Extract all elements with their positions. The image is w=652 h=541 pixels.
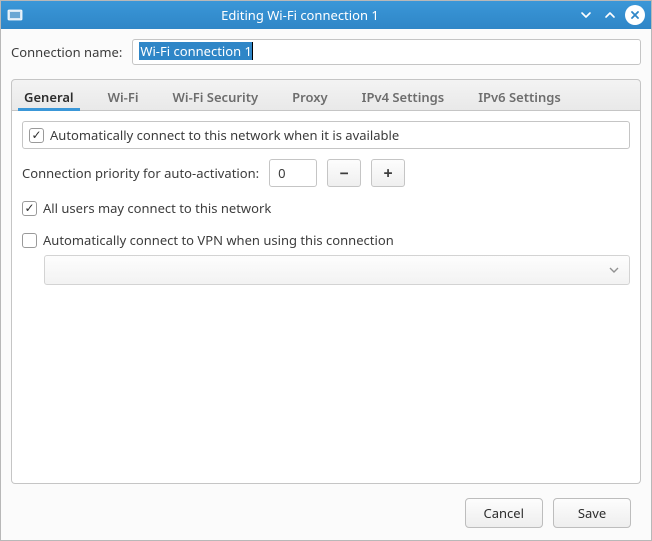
- vpn-combo[interactable]: [44, 255, 630, 285]
- connection-name-value: Wi-Fi connection 1: [139, 42, 253, 60]
- dialog-body: Connection name: Wi-Fi connection 1 Gene…: [1, 29, 651, 540]
- priority-row: Connection priority for auto-activation:…: [22, 159, 630, 187]
- priority-input[interactable]: 0: [269, 159, 317, 187]
- tab-wifi[interactable]: Wi-Fi: [102, 80, 145, 110]
- close-button[interactable]: [625, 5, 645, 25]
- auto-vpn-label: Automatically connect to VPN when using …: [43, 231, 394, 249]
- all-users-checkbox[interactable]: [22, 201, 37, 216]
- save-button[interactable]: Save: [553, 498, 631, 528]
- plus-icon: +: [384, 162, 393, 184]
- tab-proxy[interactable]: Proxy: [286, 80, 334, 110]
- titlebar: Editing Wi-Fi connection 1: [1, 1, 651, 29]
- maximize-button[interactable]: [601, 6, 619, 24]
- tabpanel-spacer: [22, 295, 630, 473]
- priority-increment-button[interactable]: +: [371, 159, 405, 187]
- window: Editing Wi-Fi connection 1 Connection na…: [0, 0, 652, 541]
- auto-connect-label: Automatically connect to this network wh…: [50, 126, 399, 144]
- connection-name-input[interactable]: Wi-Fi connection 1: [132, 39, 641, 65]
- auto-vpn-checkbox[interactable]: [22, 233, 37, 248]
- tab-ipv6-settings[interactable]: IPv6 Settings: [472, 80, 567, 110]
- connection-name-row: Connection name: Wi-Fi connection 1: [11, 39, 641, 65]
- chevron-down-icon: [609, 261, 619, 279]
- window-title: Editing Wi-Fi connection 1: [29, 6, 571, 24]
- tab-ipv4-settings[interactable]: IPv4 Settings: [356, 80, 451, 110]
- minimize-button[interactable]: [577, 6, 595, 24]
- cancel-button[interactable]: Cancel: [465, 498, 543, 528]
- dialog-footer: Cancel Save: [11, 484, 641, 540]
- auto-connect-checkbox[interactable]: [29, 128, 44, 143]
- auto-connect-row: Automatically connect to this network wh…: [22, 121, 630, 149]
- app-icon: [7, 7, 23, 23]
- priority-value: 0: [278, 164, 285, 182]
- connection-name-label: Connection name:: [11, 43, 122, 61]
- all-users-row: All users may connect to this network: [22, 197, 630, 219]
- minus-icon: −: [339, 162, 348, 184]
- tabpanel-general: Automatically connect to this network wh…: [11, 111, 641, 484]
- auto-vpn-row: Automatically connect to VPN when using …: [22, 229, 630, 251]
- tab-general[interactable]: General: [18, 80, 80, 110]
- auto-vpn-section: Automatically connect to VPN when using …: [22, 229, 630, 285]
- tab-wifi-security[interactable]: Wi-Fi Security: [167, 80, 265, 110]
- priority-decrement-button[interactable]: −: [327, 159, 361, 187]
- tabstrip: General Wi-Fi Wi-Fi Security Proxy IPv4 …: [11, 79, 641, 111]
- priority-label: Connection priority for auto-activation:: [22, 164, 259, 182]
- all-users-label: All users may connect to this network: [43, 199, 271, 217]
